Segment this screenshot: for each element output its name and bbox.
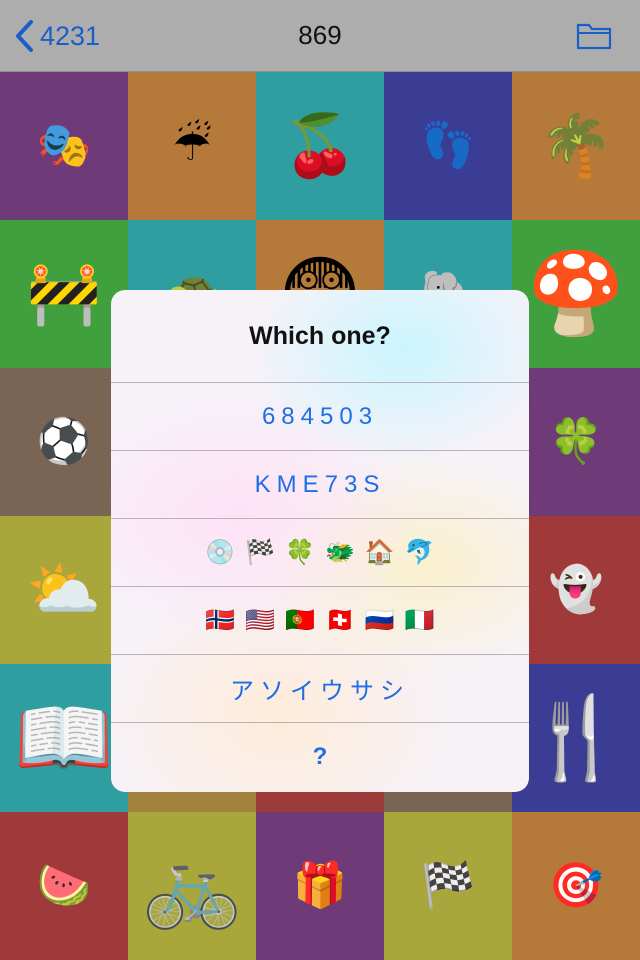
emoji-tile[interactable]: 🍒 [256, 72, 384, 220]
option-emoji: 💿 [205, 539, 236, 566]
emoji-tile[interactable]: 📖 [0, 664, 128, 812]
option-emoji: 🏁 [245, 539, 276, 566]
option-emoji: 🇳🇴 [205, 607, 236, 634]
option-emoji: 🏠 [364, 539, 395, 566]
alert-title: Which one? [111, 290, 529, 383]
emoji-tile[interactable]: 🚲 [128, 812, 256, 960]
option-emoji: 🇺🇸 [245, 607, 276, 634]
emoji-tile[interactable]: 👣 [384, 72, 512, 220]
emoji-tile[interactable]: 🎁 [256, 812, 384, 960]
option-button-1[interactable]: 684503 [111, 383, 529, 451]
emoji-tile[interactable]: 🍉 [0, 812, 128, 960]
emoji-tile[interactable]: 🏁 [384, 812, 512, 960]
emoji-tile[interactable]: 🌴 [512, 72, 640, 220]
option-emoji: 🐲 [325, 539, 355, 566]
emoji-tile[interactable]: 🎯 [512, 812, 640, 960]
option-emoji: 🇨🇭 [325, 607, 355, 634]
choice-alert: Which one? 684503 KME73S 💿 🏁 🍀 🐲 🏠 🐬 🇳🇴 🇺🇸 🇵🇹 🇨🇭… [111, 290, 529, 792]
emoji-tile[interactable]: 🍀 [512, 368, 640, 516]
emoji-tile[interactable]: ⚽ [0, 368, 128, 516]
emoji-tile[interactable]: 🚧 [0, 220, 128, 368]
option-emoji: 🇵🇹 [285, 607, 315, 634]
navigation-bar: 4231 869 [0, 0, 640, 72]
folder-button[interactable] [576, 20, 612, 50]
folder-icon [576, 23, 612, 50]
emoji-tile[interactable]: 🍄 [512, 220, 640, 368]
emoji-tile[interactable]: 👻 [512, 516, 640, 664]
option-emoji: 🐬 [404, 539, 435, 566]
option-button-3[interactable]: 💿 🏁 🍀 🐲 🏠 🐬 [111, 519, 529, 587]
option-emoji: 🍀 [285, 539, 315, 566]
emoji-tile[interactable]: ⛅ [0, 516, 128, 664]
option-button-unknown[interactable]: ? [111, 723, 529, 791]
nav-title: 869 [298, 20, 342, 50]
option-button-5[interactable]: アソイウサシ [111, 655, 529, 723]
option-emoji: 🇮🇹 [404, 607, 435, 634]
emoji-tile[interactable]: ☔ [128, 72, 256, 220]
option-button-4[interactable]: 🇳🇴 🇺🇸 🇵🇹 🇨🇭 🇷🇺 🇮🇹 [111, 587, 529, 655]
option-emoji: 🇷🇺 [364, 607, 395, 634]
emoji-tile[interactable]: 🎭 [0, 72, 128, 220]
option-button-2[interactable]: KME73S [111, 451, 529, 519]
emoji-tile[interactable]: 🍴 [512, 664, 640, 812]
